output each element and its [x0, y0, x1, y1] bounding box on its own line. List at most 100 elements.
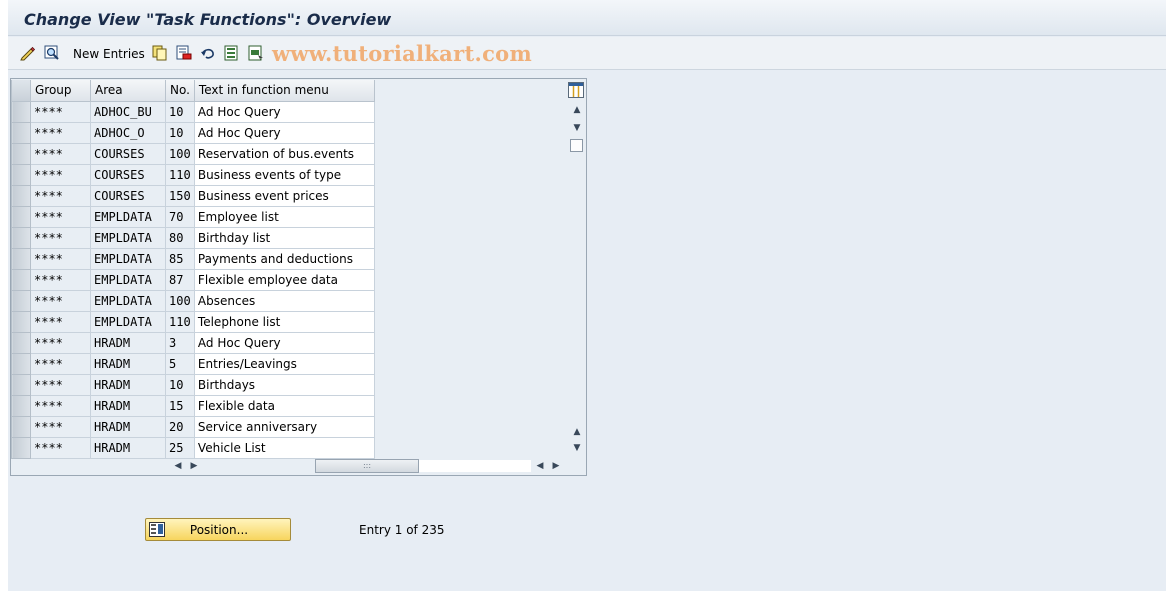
cell-no: 100: [165, 142, 195, 165]
page-down-icon[interactable]: ▼: [570, 443, 584, 453]
cell-text[interactable]: Payments and deductions: [193, 247, 375, 270]
cell-text[interactable]: Flexible employee data: [193, 268, 375, 291]
cell-text[interactable]: Service anniversary: [193, 415, 375, 438]
column-header-no[interactable]: No.: [165, 80, 195, 102]
cell-group: ****: [30, 226, 91, 249]
cell-text[interactable]: Ad Hoc Query: [193, 121, 375, 144]
cell-area: EMPLDATA: [90, 289, 166, 312]
position-button[interactable]: Position...: [145, 518, 291, 541]
cell-group: ****: [30, 100, 91, 123]
cell-text[interactable]: Ad Hoc Query: [193, 331, 375, 354]
horizontal-scrollbar[interactable]: ◀ ▶ ::: ◀ ▶: [171, 459, 565, 473]
cell-area: HRADM: [90, 352, 166, 375]
cell-area: HRADM: [90, 415, 166, 438]
scroll-right-icon[interactable]: ▶: [187, 461, 201, 471]
scroll-left-icon[interactable]: ◀: [171, 461, 185, 471]
cell-group: ****: [30, 352, 91, 375]
application-toolbar: New Entries www.tutorialkart.com: [8, 37, 1166, 70]
cell-area: COURSES: [90, 142, 166, 165]
table-row: **** EMPLDATA 70 Employee list: [11, 205, 375, 228]
cell-group: ****: [30, 121, 91, 144]
display-change-icon[interactable]: [20, 45, 36, 61]
scroll-left-end-icon[interactable]: ◀: [533, 461, 547, 471]
cell-text[interactable]: Vehicle List: [193, 436, 375, 459]
row-selector[interactable]: [11, 268, 31, 291]
cell-text[interactable]: Telephone list: [193, 310, 375, 333]
row-selector[interactable]: [11, 352, 31, 375]
table-row: **** EMPLDATA 87 Flexible employee data: [11, 268, 375, 291]
table-row: **** HRADM 3 Ad Hoc Query: [11, 331, 375, 354]
table-row: **** COURSES 110 Business events of type: [11, 163, 375, 186]
row-selector[interactable]: [11, 415, 31, 438]
page-title: Change View "Task Functions": Overview: [24, 10, 392, 29]
table-control: Group Area No. Text in function menu ***…: [10, 78, 587, 476]
cell-text[interactable]: Birthdays: [193, 373, 375, 396]
cell-no: 87: [165, 268, 195, 291]
scroll-down-icon[interactable]: ▼: [570, 123, 584, 133]
cell-group: ****: [30, 436, 91, 459]
delete-icon[interactable]: [176, 45, 192, 61]
row-selector[interactable]: [11, 289, 31, 312]
scroll-up-icon[interactable]: ▲: [570, 105, 584, 115]
row-selector[interactable]: [11, 205, 31, 228]
cell-text[interactable]: Reservation of bus.events: [193, 142, 375, 165]
cell-text[interactable]: Birthday list: [193, 226, 375, 249]
cell-no: 100: [165, 289, 195, 312]
horizontal-scroll-thumb[interactable]: :::: [315, 459, 419, 473]
cell-text[interactable]: Employee list: [193, 205, 375, 228]
cell-no: 3: [165, 331, 195, 354]
row-selector[interactable]: [11, 184, 31, 207]
row-selector[interactable]: [11, 310, 31, 333]
page-up-icon[interactable]: ▲: [570, 427, 584, 437]
new-entries-button[interactable]: New Entries: [73, 47, 145, 61]
cell-text[interactable]: Absences: [193, 289, 375, 312]
row-selector[interactable]: [11, 331, 31, 354]
column-header-group[interactable]: Group: [30, 80, 91, 102]
cell-text[interactable]: Business event prices: [193, 184, 375, 207]
copy-as-icon[interactable]: [152, 45, 168, 61]
row-selector[interactable]: [11, 226, 31, 249]
cell-group: ****: [30, 394, 91, 417]
vertical-scroll-thumb[interactable]: [570, 139, 583, 152]
table-row: **** HRADM 25 Vehicle List: [11, 436, 375, 459]
row-selector[interactable]: [11, 142, 31, 165]
table-row: **** HRADM 20 Service anniversary: [11, 415, 375, 438]
row-selector[interactable]: [11, 373, 31, 396]
cell-group: ****: [30, 247, 91, 270]
row-selector[interactable]: [11, 394, 31, 417]
title-bar: Change View "Task Functions": Overview: [8, 0, 1166, 36]
cell-text[interactable]: Flexible data: [193, 394, 375, 417]
details-icon[interactable]: [44, 45, 60, 61]
scroll-right-end-icon[interactable]: ▶: [549, 461, 563, 471]
cell-group: ****: [30, 373, 91, 396]
column-header-area[interactable]: Area: [90, 80, 166, 102]
table-row: **** EMPLDATA 100 Absences: [11, 289, 375, 312]
cell-no: 110: [165, 310, 195, 333]
cell-group: ****: [30, 289, 91, 312]
row-selector[interactable]: [11, 163, 31, 186]
cell-area: HRADM: [90, 394, 166, 417]
cell-text[interactable]: Ad Hoc Query: [193, 100, 375, 123]
select-all-icon[interactable]: [224, 45, 240, 61]
cell-area: EMPLDATA: [90, 247, 166, 270]
row-selector[interactable]: [11, 121, 31, 144]
row-selector[interactable]: [11, 247, 31, 270]
select-all-rows-button[interactable]: [11, 80, 31, 102]
cell-area: EMPLDATA: [90, 205, 166, 228]
cell-area: EMPLDATA: [90, 310, 166, 333]
row-selector[interactable]: [11, 436, 31, 459]
table-row: **** EMPLDATA 85 Payments and deductions: [11, 247, 375, 270]
cell-text[interactable]: Business events of type: [193, 163, 375, 186]
window-left-edge: [0, 0, 8, 591]
table-settings-icon[interactable]: [568, 82, 584, 98]
undo-change-icon[interactable]: [200, 45, 216, 61]
cell-no: 110: [165, 163, 195, 186]
horizontal-scroll-track[interactable]: [419, 460, 531, 472]
row-selector[interactable]: [11, 100, 31, 123]
select-block-icon[interactable]: [248, 45, 264, 61]
cell-no: 10: [165, 373, 195, 396]
cell-text[interactable]: Entries/Leavings: [193, 352, 375, 375]
vertical-scrollbar[interactable]: ▲ ▼ ▲ ▼: [569, 101, 585, 455]
column-header-text[interactable]: Text in function menu: [193, 80, 375, 102]
cell-group: ****: [30, 310, 91, 333]
